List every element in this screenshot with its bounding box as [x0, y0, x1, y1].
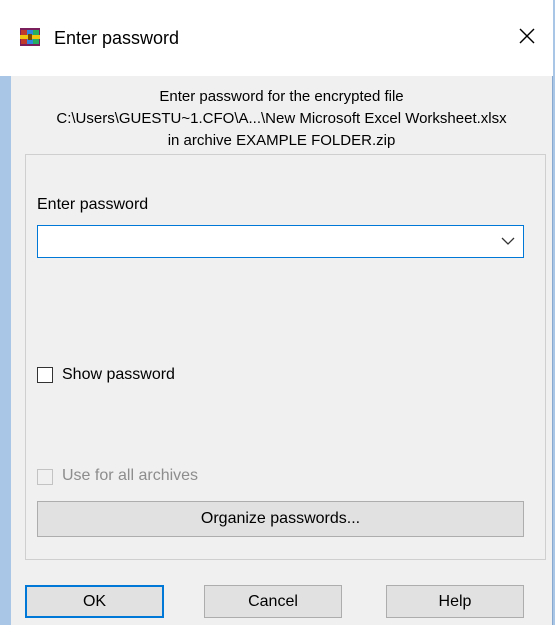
ok-button[interactable]: OK — [25, 585, 164, 618]
use-for-all-archives-checkbox[interactable] — [37, 469, 53, 485]
organize-passwords-button[interactable]: Organize passwords... — [37, 501, 524, 537]
window-title: Enter password — [54, 28, 180, 48]
password-input[interactable] — [38, 226, 488, 257]
close-button[interactable] — [510, 22, 544, 54]
close-icon — [519, 28, 535, 49]
file-info: Enter password for the encrypted file C:… — [0, 86, 555, 152]
info-line-prompt: Enter password for the encrypted file — [159, 88, 404, 105]
chevron-down-icon[interactable] — [497, 230, 519, 252]
password-combobox[interactable] — [37, 225, 524, 258]
title-bar[interactable]: Enter password — [0, 0, 553, 76]
show-password-label[interactable]: Show password — [62, 366, 175, 384]
cancel-button[interactable]: Cancel — [204, 585, 342, 618]
help-button[interactable]: Help — [386, 585, 524, 618]
password-label: Enter password — [37, 196, 149, 213]
winrar-icon — [20, 28, 40, 46]
use-for-all-archives-label: Use for all archives — [62, 467, 199, 484]
password-group — [25, 154, 546, 560]
info-line-archive: in archive EXAMPLE FOLDER.zip — [167, 132, 396, 149]
info-line-file-path: C:\Users\GUESTU~1.CFO\A...\New Microsoft… — [56, 110, 507, 127]
show-password-checkbox[interactable] — [37, 367, 53, 383]
password-dialog: Enter password Enter password for the en… — [0, 0, 553, 625]
